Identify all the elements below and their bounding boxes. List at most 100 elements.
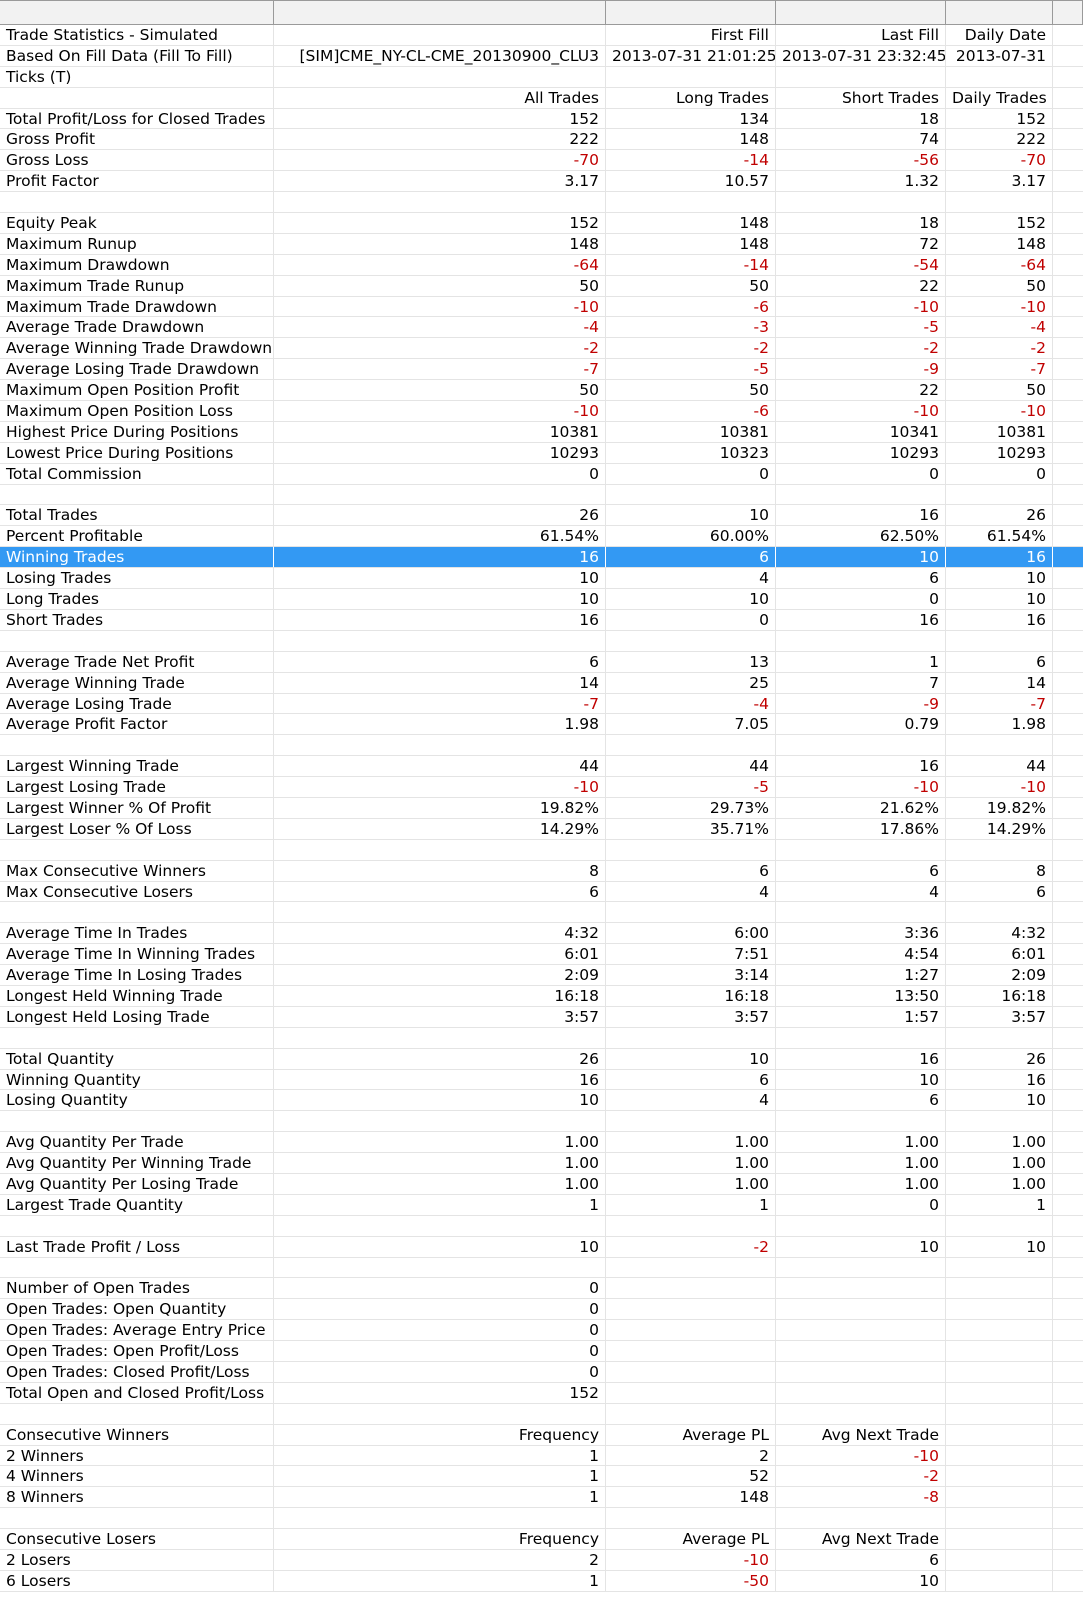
table-row[interactable]: 8 Winners 1 148 -8 — [0, 1487, 1083, 1509]
table-row[interactable]: Maximum Trade Drawdown -10 -6 -10 -10 — [0, 296, 1083, 318]
table-row[interactable]: Largest Winner % Of Profit 19.82% 29.73% 21… — [0, 797, 1083, 819]
table-row[interactable] — [0, 902, 1083, 924]
table-row[interactable]: Long Trades 10 10 0 10 — [0, 589, 1083, 610]
table-row[interactable]: Average Winning Trade 14 25 7 14 — [0, 672, 1083, 694]
table-row[interactable]: Consecutive Winners Frequency Average PL Av… — [0, 1424, 1083, 1446]
table-row[interactable] — [0, 1111, 1083, 1133]
value-cell — [606, 839, 776, 860]
table-row[interactable] — [0, 1403, 1083, 1425]
table-row[interactable]: Ticks (T) — [0, 66, 1083, 88]
table-row[interactable]: Profit Factor 3.17 10.57 1.32 3.17 — [0, 171, 1083, 193]
table-row[interactable]: 6 Losers 1 -50 10 — [0, 1570, 1083, 1592]
table-row[interactable]: Maximum Runup 148 148 72 148 — [0, 233, 1083, 255]
table-row[interactable]: Equity Peak 152 148 18 152 — [0, 213, 1083, 234]
table-row[interactable] — [0, 1027, 1083, 1049]
table-row[interactable]: Average Profit Factor 1.98 7.05 0.79 1.98 — [0, 714, 1083, 736]
table-row[interactable]: Winning Trades 16 6 10 16 — [0, 547, 1083, 569]
value-cell: 148 — [274, 233, 606, 254]
table-row[interactable]: Winning Quantity 16 6 10 16 — [0, 1069, 1083, 1091]
table-row[interactable]: Total Commission 0 0 0 0 — [0, 463, 1083, 485]
column-header[interactable] — [606, 1, 776, 24]
column-header[interactable] — [0, 1, 274, 24]
value-cell — [776, 1215, 946, 1236]
table-row[interactable]: All Trades Long Trades Short Trades Daily T… — [0, 87, 1083, 109]
table-row[interactable]: Average Time In Winning Trades 6:01 7:51 4:… — [0, 944, 1083, 966]
table-row[interactable]: Average Trade Net Profit 6 13 1 6 — [0, 651, 1083, 673]
value-cell: 152 — [274, 1382, 606, 1403]
value-cell: Avg Next Trade — [776, 1424, 946, 1445]
table-row[interactable]: Percent Profitable 61.54% 60.00% 62.50% 61.5… — [0, 526, 1083, 548]
column-header[interactable] — [946, 1, 1053, 24]
row-label-cell: Lowest Price During Positions — [0, 442, 274, 463]
table-row[interactable]: Last Trade Profit / Loss 10 -2 10 10 — [0, 1236, 1083, 1258]
table-row[interactable] — [0, 1257, 1083, 1279]
table-row[interactable]: Losing Trades 10 4 6 10 — [0, 568, 1083, 590]
value-cell: 61.54% — [946, 526, 1053, 547]
table-row[interactable]: Maximum Open Position Loss -10 -6 -10 -10 — [0, 401, 1083, 422]
table-row[interactable]: Average Time In Losing Trades 2:09 3:14 1:2… — [0, 965, 1083, 986]
table-row[interactable]: Average Losing Trade Drawdown -7 -5 -9 -7 — [0, 359, 1083, 381]
table-row[interactable] — [0, 630, 1083, 652]
table-row[interactable] — [0, 735, 1083, 757]
value-cell — [606, 1111, 776, 1132]
table-row[interactable]: Gross Loss -70 -14 -56 -70 — [0, 150, 1083, 172]
table-row[interactable]: Total Trades 26 10 16 26 — [0, 505, 1083, 527]
table-row[interactable]: Open Trades: Average Entry Price 0 — [0, 1320, 1083, 1342]
value-cell: 0 — [946, 463, 1053, 484]
value-cell: 2 — [606, 1445, 776, 1466]
table-row[interactable]: Trade Statistics - Simulated First Fill La… — [0, 25, 1083, 46]
table-row[interactable]: Open Trades: Open Quantity 0 — [0, 1299, 1083, 1321]
value-cell: 3:57 — [274, 1006, 606, 1027]
column-header[interactable] — [274, 1, 606, 24]
table-row[interactable]: Number of Open Trades 0 — [0, 1278, 1083, 1300]
table-row[interactable]: Maximum Drawdown -64 -14 -54 -64 — [0, 254, 1083, 276]
table-row[interactable]: Average Time In Trades 4:32 6:00 3:36 4:32 — [0, 923, 1083, 945]
table-row[interactable]: Gross Profit 222 148 74 222 — [0, 129, 1083, 151]
table-row[interactable]: Maximum Open Position Profit 50 50 22 50 — [0, 380, 1083, 402]
table-row[interactable]: Consecutive Losers Frequency Average PL Avg… — [0, 1529, 1083, 1551]
table-row[interactable]: 2 Winners 1 2 -10 — [0, 1445, 1083, 1467]
value-cell — [1053, 673, 1083, 693]
table-row[interactable] — [0, 484, 1083, 506]
table-row[interactable]: Largest Losing Trade -10 -5 -10 -10 — [0, 777, 1083, 798]
row-label-cell: Open Trades: Open Profit/Loss — [0, 1341, 274, 1361]
table-row[interactable]: Total Open and Closed Profit/Loss 152 — [0, 1382, 1083, 1404]
table-row[interactable]: Average Winning Trade Drawdown -2 -2 -2 -2 — [0, 338, 1083, 360]
table-row[interactable]: Short Trades 16 0 16 16 — [0, 609, 1083, 631]
table-row[interactable] — [0, 1508, 1083, 1530]
table-row[interactable]: Longest Held Losing Trade 3:57 3:57 1:57 3:5… — [0, 1006, 1083, 1028]
column-header[interactable] — [1053, 1, 1083, 24]
table-row[interactable]: Highest Price During Positions 10381 10381… — [0, 421, 1083, 443]
value-cell — [1053, 568, 1083, 588]
table-row[interactable]: Based On Fill Data (Fill To Fill) [SIM]CM… — [0, 45, 1083, 67]
table-row[interactable]: Open Trades: Closed Profit/Loss 0 — [0, 1362, 1083, 1383]
table-row[interactable]: Losing Quantity 10 4 6 10 — [0, 1090, 1083, 1112]
table-row[interactable]: Total Profit/Loss for Closed Trades 152 13… — [0, 108, 1083, 130]
table-row[interactable]: Largest Trade Quantity 1 1 0 1 — [0, 1194, 1083, 1216]
column-header[interactable] — [776, 1, 946, 24]
value-cell: -64 — [274, 254, 606, 275]
table-row[interactable]: Average Trade Drawdown -4 -3 -5 -4 — [0, 317, 1083, 339]
table-row[interactable]: Open Trades: Open Profit/Loss 0 — [0, 1341, 1083, 1362]
table-row[interactable]: Avg Quantity Per Trade 1.00 1.00 1.00 1.00 — [0, 1132, 1083, 1154]
table-row[interactable]: Largest Loser % Of Loss 14.29% 35.71% 17.86… — [0, 818, 1083, 840]
table-row[interactable]: Avg Quantity Per Losing Trade 1.00 1.00 1.0… — [0, 1173, 1083, 1195]
table-row[interactable]: 2 Losers 2 -10 6 — [0, 1550, 1083, 1571]
value-cell: 22 — [776, 275, 946, 296]
table-row[interactable]: Avg Quantity Per Winning Trade 1.00 1.00 1.… — [0, 1153, 1083, 1174]
row-label-cell: Highest Price During Positions — [0, 421, 274, 442]
table-row[interactable] — [0, 839, 1083, 861]
table-row[interactable]: Max Consecutive Losers 6 4 4 6 — [0, 881, 1083, 903]
table-row[interactable] — [0, 1215, 1083, 1237]
table-row[interactable]: 4 Winners 1 52 -2 — [0, 1466, 1083, 1488]
value-cell — [946, 1570, 1053, 1591]
table-row[interactable]: Maximum Trade Runup 50 50 22 50 — [0, 275, 1083, 297]
table-row[interactable]: Largest Winning Trade 44 44 16 44 — [0, 756, 1083, 778]
table-row[interactable]: Total Quantity 26 10 16 26 — [0, 1048, 1083, 1070]
table-row[interactable] — [0, 192, 1083, 214]
table-row[interactable]: Lowest Price During Positions 10293 10323 1… — [0, 442, 1083, 464]
value-cell — [946, 735, 1053, 756]
table-row[interactable]: Average Losing Trade -7 -4 -9 -7 — [0, 693, 1083, 715]
table-row[interactable]: Longest Held Winning Trade 16:18 16:18 13:5… — [0, 985, 1083, 1007]
table-row[interactable]: Max Consecutive Winners 8 6 6 8 — [0, 860, 1083, 882]
